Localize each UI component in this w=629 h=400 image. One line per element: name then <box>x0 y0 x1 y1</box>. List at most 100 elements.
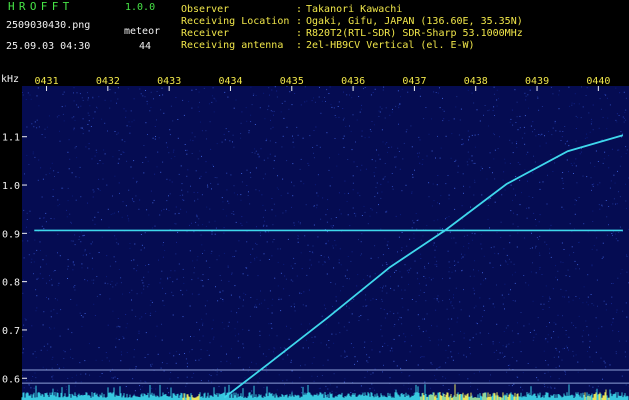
noise-speck <box>474 162 476 164</box>
noise-speck <box>473 289 475 291</box>
noise-speck <box>355 213 357 215</box>
noise-speck <box>99 376 101 377</box>
noise-speck <box>228 321 230 323</box>
noise-speck <box>170 105 172 107</box>
noise-speck <box>325 324 327 326</box>
noise-speck <box>445 218 446 220</box>
noise-speck <box>497 253 499 255</box>
noise-speck <box>489 262 491 264</box>
noise-speck <box>511 109 513 111</box>
noise-speck <box>38 159 40 161</box>
noise-speck <box>53 218 55 220</box>
noise-speck <box>308 289 310 291</box>
noise-speck <box>509 364 511 366</box>
noise-speck <box>436 299 438 301</box>
noise-speck <box>596 249 598 251</box>
noise-speck <box>210 253 212 254</box>
noise-speck <box>147 286 149 288</box>
noise-speck <box>395 105 397 107</box>
noise-speck <box>265 231 267 233</box>
noise-speck <box>108 226 110 228</box>
noise-speck <box>579 297 580 299</box>
noise-speck <box>227 265 229 267</box>
noise-speck <box>88 343 90 345</box>
noise-speck <box>524 143 526 145</box>
noise-speck <box>303 291 305 293</box>
noise-speck <box>200 175 202 177</box>
noise-speck <box>312 147 314 148</box>
noise-speck <box>360 169 362 171</box>
noise-speck <box>565 330 567 331</box>
noise-speck <box>438 367 440 368</box>
noise-speck <box>573 103 575 105</box>
noise-speck <box>51 162 53 164</box>
noise-speck <box>479 297 481 299</box>
noise-speck <box>270 110 272 112</box>
noise-speck <box>268 323 270 325</box>
noise-speck <box>33 253 35 255</box>
noise-speck <box>437 344 439 346</box>
noise-speck <box>605 366 607 368</box>
noise-speck <box>349 94 350 96</box>
noise-speck <box>512 223 514 225</box>
noise-speck <box>449 298 450 300</box>
noise-speck <box>117 318 119 319</box>
noise-speck <box>115 284 117 286</box>
noise-speck <box>122 151 124 153</box>
noise-speck <box>82 118 84 120</box>
noise-speck <box>252 248 254 250</box>
noise-speck <box>349 125 350 127</box>
noise-speck <box>131 309 133 311</box>
noise-speck <box>281 102 283 104</box>
noise-speck <box>58 115 60 117</box>
noise-speck <box>68 139 70 141</box>
noise-speck <box>467 151 469 153</box>
noise-speck <box>260 235 261 237</box>
noise-speck <box>287 238 289 240</box>
noise-speck <box>389 377 391 379</box>
noise-speck <box>480 234 482 235</box>
noise-speck <box>438 301 440 303</box>
noise-speck <box>260 290 261 292</box>
noise-speck <box>300 158 302 160</box>
noise-speck <box>59 255 61 257</box>
noise-speck <box>290 359 292 361</box>
noise-speck <box>470 385 471 387</box>
noise-speck <box>290 279 292 281</box>
noise-speck <box>416 272 418 274</box>
noise-speck <box>532 300 534 302</box>
noise-speck <box>213 336 215 338</box>
noise-speck <box>473 373 475 375</box>
noise-speck <box>263 224 265 226</box>
noise-speck <box>277 175 278 177</box>
noise-speck <box>78 236 80 238</box>
noise-speck <box>335 283 336 285</box>
noise-speck <box>529 89 531 91</box>
noise-speck <box>442 120 444 122</box>
noise-speck <box>282 380 284 382</box>
noise-speck <box>616 203 618 205</box>
noise-speck <box>129 126 131 127</box>
noise-speck <box>42 324 44 326</box>
noise-speck <box>282 178 284 180</box>
noise-speck <box>254 306 256 308</box>
noise-speck <box>370 208 372 209</box>
noise-speck <box>544 241 546 243</box>
noise-speck <box>557 314 559 316</box>
noise-speck <box>321 315 323 317</box>
noise-speck <box>33 261 35 263</box>
noise-speck <box>71 117 73 119</box>
noise-speck <box>181 189 183 191</box>
noise-speck <box>562 296 564 298</box>
noise-speck <box>186 149 188 151</box>
noise-speck <box>333 107 335 109</box>
noise-speck <box>544 372 546 374</box>
noise-speck <box>250 261 252 263</box>
noise-speck <box>431 363 433 365</box>
noise-speck <box>345 126 347 127</box>
noise-speck <box>513 383 515 385</box>
noise-speck <box>548 131 549 132</box>
noise-speck <box>539 188 541 190</box>
noise-speck <box>414 169 415 171</box>
noise-speck <box>582 302 584 304</box>
